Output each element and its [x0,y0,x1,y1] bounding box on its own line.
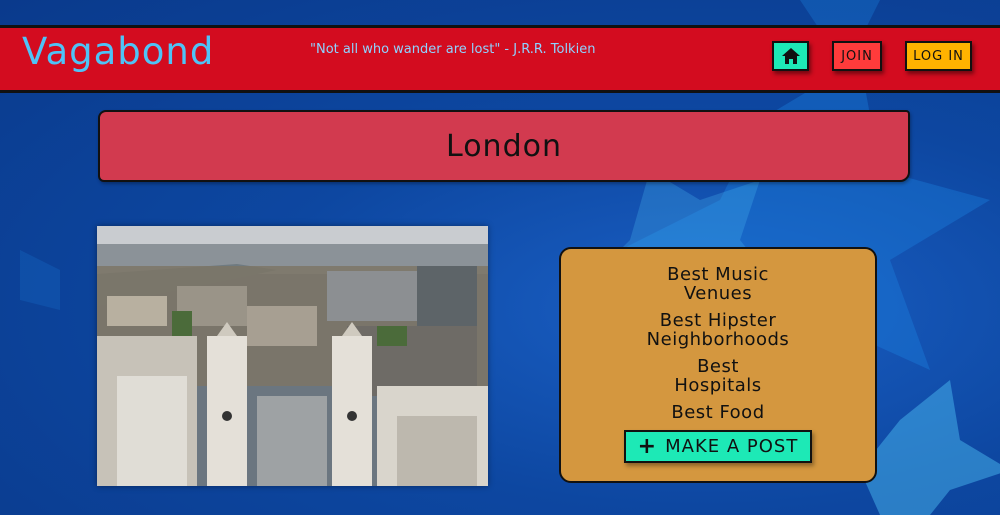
city-topics-panel: Best Music Venues Best Hipster Neighborh… [559,247,877,483]
city-title: London [446,128,562,164]
make-a-post-button[interactable]: + MAKE A POST [624,430,812,463]
link-best-music-venues[interactable]: Best Music Venues [643,265,793,303]
city-banner: London [98,110,910,182]
home-icon [781,48,800,64]
city-photo [97,226,488,486]
plus-icon: + [637,433,658,459]
site-logo[interactable]: Vagabond [22,30,214,73]
top-nav-bar: Vagabond "Not all who wander are lost" -… [0,25,1000,93]
link-best-food[interactable]: Best Food [671,403,764,422]
link-best-hipster-neighborhoods[interactable]: Best Hipster Neighborhoods [633,311,803,349]
home-button[interactable] [772,41,809,71]
link-best-hospitals[interactable]: Best Hospitals [658,357,778,395]
login-button[interactable]: LOG IN [905,41,972,71]
join-button[interactable]: JOIN [832,41,882,71]
london-skyline-photo [97,226,488,486]
make-a-post-label: MAKE A POST [665,436,799,457]
header-quote: "Not all who wander are lost" - J.R.R. T… [310,42,596,57]
